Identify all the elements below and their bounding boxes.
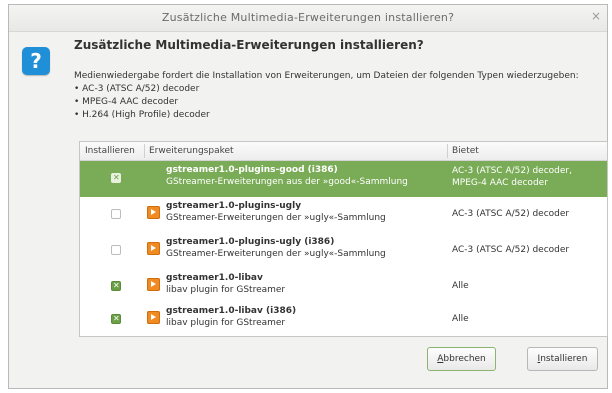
package-icon bbox=[147, 206, 160, 219]
install-checkbox[interactable] bbox=[111, 314, 121, 324]
media-type-list: AC-3 (ATSC A/52) decoder MPEG-4 AAC deco… bbox=[74, 83, 594, 122]
media-type-item: MPEG-4 AAC decoder bbox=[74, 96, 594, 109]
package-description: GStreamer-Erweiterungen der »ugly«-Samml… bbox=[166, 213, 386, 223]
package-name: gstreamer1.0-plugins-ugly (i386) bbox=[166, 237, 335, 247]
table-row[interactable]: gstreamer1.0-libav (i386) libav plugin f… bbox=[80, 302, 607, 338]
package-name: gstreamer1.0-plugins-ugly bbox=[166, 201, 302, 211]
media-type-item: H.264 (High Profile) decoder bbox=[74, 109, 594, 122]
package-description: libav plugin for GStreamer bbox=[166, 318, 286, 328]
package-icon bbox=[147, 242, 160, 255]
install-checkbox[interactable] bbox=[111, 209, 121, 219]
install-checkbox[interactable] bbox=[111, 281, 121, 291]
description-text: Medienwiedergabe fordert die Installatio… bbox=[74, 71, 579, 81]
package-description: libav plugin for GStreamer bbox=[166, 285, 286, 295]
title-bar[interactable]: Zusätzliche Multimedia-Erweiterungen ins… bbox=[9, 5, 607, 32]
close-icon[interactable]: × bbox=[591, 9, 601, 23]
package-description: GStreamer-Erweiterungen aus der »good«-S… bbox=[166, 177, 408, 187]
table-row[interactable]: gstreamer1.0-libav libav plugin for GStr… bbox=[80, 269, 607, 305]
package-offers: AC-3 (ATSC A/52) decoder bbox=[452, 245, 570, 255]
package-icon bbox=[147, 311, 160, 324]
media-type-item: AC-3 (ATSC A/52) decoder bbox=[74, 83, 594, 96]
cancel-label: bbrechen bbox=[443, 354, 486, 364]
column-header-install[interactable]: Installieren bbox=[85, 146, 135, 156]
extensions-table: Installieren Erweiterungspaket Bietet gs… bbox=[79, 141, 608, 337]
package-offers: AC-3 (ATSC A/52) decoder, MPEG-4 AAC dec… bbox=[452, 166, 572, 188]
install-label: nstallieren bbox=[540, 354, 588, 364]
table-row[interactable]: gstreamer1.0-plugins-good (i386) GStream… bbox=[80, 161, 607, 197]
install-button[interactable]: Installieren bbox=[527, 347, 598, 371]
window-title: Zusätzliche Multimedia-Erweiterungen ins… bbox=[161, 11, 455, 24]
table-header: Installieren Erweiterungspaket Bietet bbox=[80, 142, 607, 161]
dialog-description: Medienwiedergabe fordert die Installatio… bbox=[74, 70, 594, 122]
cancel-button[interactable]: Abbrechen bbox=[427, 347, 496, 371]
package-offers: Alle bbox=[452, 281, 469, 291]
column-divider bbox=[144, 144, 145, 158]
question-icon: ? bbox=[22, 47, 50, 75]
table-row[interactable]: gstreamer1.0-plugins-ugly GStreamer-Erwe… bbox=[80, 197, 607, 233]
column-header-package[interactable]: Erweiterungspaket bbox=[149, 146, 234, 156]
install-checkbox[interactable] bbox=[111, 173, 121, 183]
column-header-offers[interactable]: Bietet bbox=[452, 146, 479, 156]
package-name: gstreamer1.0-plugins-good (i386) bbox=[166, 165, 338, 175]
install-checkbox[interactable] bbox=[111, 245, 121, 255]
package-description: GStreamer-Erweiterungen der »ugly«-Samml… bbox=[166, 249, 386, 259]
package-icon bbox=[147, 278, 160, 291]
package-offers: AC-3 (ATSC A/52) decoder bbox=[452, 209, 570, 219]
package-name: gstreamer1.0-libav (i386) bbox=[166, 306, 297, 316]
package-name: gstreamer1.0-libav bbox=[166, 273, 263, 283]
column-divider bbox=[447, 144, 448, 158]
package-offers: Alle bbox=[452, 314, 469, 324]
table-row[interactable]: gstreamer1.0-plugins-ugly (i386) GStream… bbox=[80, 233, 607, 269]
dialog-heading: Zusätzliche Multimedia-Erweiterungen ins… bbox=[74, 38, 424, 52]
